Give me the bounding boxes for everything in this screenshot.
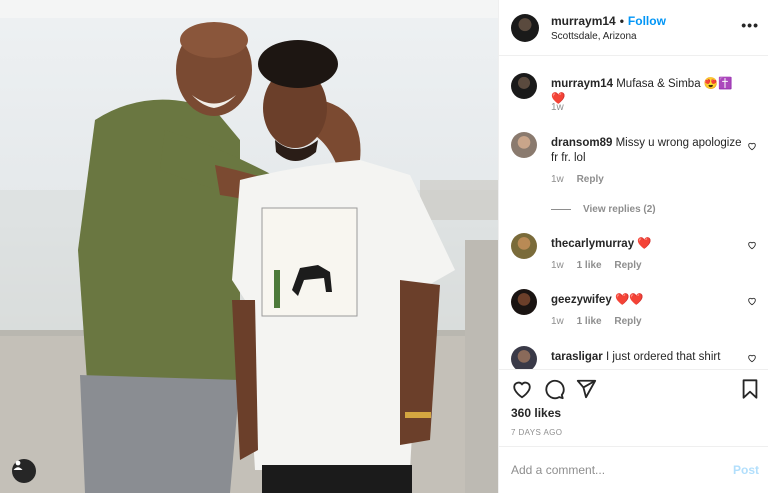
post-date: 7 DAYS AGO (511, 428, 563, 437)
photo-illustration (0, 0, 498, 493)
add-comment-input[interactable] (511, 459, 711, 481)
comment-username[interactable]: thecarlymurray (551, 238, 634, 250)
commenter-avatar[interactable] (511, 132, 537, 158)
like-heart-icon[interactable] (511, 378, 533, 400)
like-comment-heart-icon[interactable] (747, 240, 757, 250)
caption-time: 1w (551, 102, 564, 113)
author-avatar[interactable] (511, 13, 539, 42)
like-comment-heart-icon[interactable] (747, 296, 757, 306)
separator-dot: • (619, 13, 624, 28)
post-header: murraym14 • Follow Scottsdale, Arizona •… (499, 0, 768, 56)
caption-username[interactable]: murraym14 (551, 78, 613, 90)
comment-bubble-icon[interactable] (543, 378, 565, 400)
comment-username[interactable]: geezywifey (551, 294, 612, 306)
comment-text: I just ordered that shirt (605, 351, 721, 363)
like-comment-heart-icon[interactable] (747, 141, 757, 151)
view-replies-button[interactable]: View replies (2) (551, 204, 656, 215)
comment-likes[interactable]: 1 like (577, 316, 602, 327)
post-photo[interactable] (0, 0, 498, 493)
share-send-icon[interactable] (575, 378, 597, 400)
follow-button[interactable]: Follow (628, 14, 666, 28)
replies-divider (551, 209, 571, 210)
comment-text: ❤️ (637, 238, 652, 250)
view-replies-label: View replies (2) (583, 204, 656, 215)
comments-list[interactable]: murraym14 Mufasa & Simba 😍✝️❤️ 1w dranso… (499, 57, 768, 369)
commenter-avatar[interactable] (511, 289, 537, 315)
post-location[interactable]: Scottsdale, Arizona (551, 31, 666, 42)
comment-time: 1w (551, 316, 564, 327)
add-comment-bar: Post (499, 446, 768, 493)
comment-text: ❤️❤️ (614, 294, 644, 306)
reply-button[interactable]: Reply (577, 174, 604, 185)
like-comment-heart-icon[interactable] (747, 353, 757, 363)
comment-likes[interactable]: 1 like (577, 260, 602, 271)
reply-button[interactable]: Reply (614, 260, 641, 271)
tagged-users-icon[interactable] (12, 459, 36, 483)
more-options-icon[interactable]: ••• (741, 17, 759, 33)
post-side-panel: murraym14 • Follow Scottsdale, Arizona •… (498, 0, 768, 493)
post-actions: 360 likes 7 DAYS AGO (499, 369, 768, 446)
comment-username[interactable]: tarasligar (551, 351, 603, 363)
caption-avatar[interactable] (511, 73, 537, 99)
save-bookmark-icon[interactable] (739, 378, 761, 400)
commenter-avatar[interactable] (511, 346, 537, 369)
like-count[interactable]: 360 likes (511, 406, 561, 420)
comment-time: 1w (551, 260, 564, 271)
author-username[interactable]: murraym14 (551, 14, 616, 28)
comment-time: 1w (551, 174, 564, 185)
comment-username[interactable]: dransom89 (551, 137, 612, 149)
commenter-avatar[interactable] (511, 233, 537, 259)
post-comment-button[interactable]: Post (733, 463, 759, 477)
reply-button[interactable]: Reply (614, 316, 641, 327)
